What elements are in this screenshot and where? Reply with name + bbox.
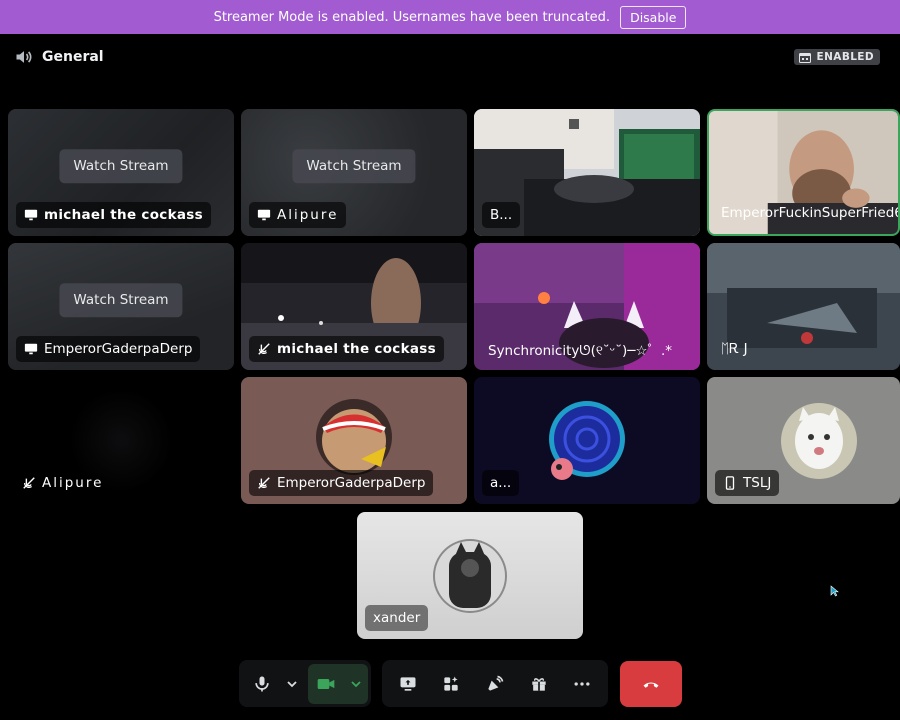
participant-name: EmperorGaderpaDerp xyxy=(277,475,426,491)
speaker-icon xyxy=(16,51,32,63)
audio-video-controls xyxy=(239,660,371,707)
participant-tile[interactable]: Watch Stream michael the cockass xyxy=(8,109,234,236)
mobile-icon xyxy=(725,476,735,490)
participant-label: a... xyxy=(482,470,520,496)
microphone-button[interactable] xyxy=(242,664,282,704)
participant-name: B... xyxy=(490,207,513,223)
activities-button[interactable] xyxy=(431,664,471,704)
participant-name: Synchronicityᘎ(୧˘ᵕ˘)─☆゜.* xyxy=(488,343,672,359)
more-icon xyxy=(574,681,590,686)
status-badge: ENABLED xyxy=(793,49,880,65)
status-badge-label: ENABLED xyxy=(816,51,874,63)
participant-name: Alipure xyxy=(42,475,104,491)
camera-options-button[interactable] xyxy=(344,664,368,704)
activities-icon xyxy=(444,676,459,691)
participant-label: EmperorGaderpaDerp xyxy=(16,336,201,362)
soundboard-button[interactable] xyxy=(475,664,515,704)
participant-tile[interactable]: Watch Stream EmperorGaderpaDerp xyxy=(8,243,234,370)
muted-icon xyxy=(258,477,270,489)
participant-label: TSLJ xyxy=(715,470,780,496)
screen-share-icon xyxy=(400,676,416,691)
participant-name: TSLJ xyxy=(743,475,772,491)
participant-label: xander xyxy=(365,605,429,631)
participant-label: ᛖᎡ J xyxy=(715,336,756,362)
mouse-cursor-icon xyxy=(830,585,839,597)
participant-name: xander xyxy=(373,610,421,626)
microphone-icon xyxy=(255,676,269,691)
participant-label: Synchronicityᘎ(୧˘ᵕ˘)─☆゜.* xyxy=(482,336,680,362)
gift-icon xyxy=(531,677,546,691)
streamer-mode-banner: Streamer Mode is enabled. Usernames have… xyxy=(0,0,900,34)
share-screen-button[interactable] xyxy=(388,664,428,704)
participant-tile[interactable]: Synchronicityᘎ(୧˘ᵕ˘)─☆゜.* xyxy=(474,243,700,370)
channel-name: General xyxy=(42,49,104,65)
participant-label: EmperorGaderpaDerp xyxy=(249,470,434,496)
participant-tile[interactable]: B... xyxy=(474,109,700,236)
participant-label: Alipure xyxy=(16,470,111,496)
soundboard-icon xyxy=(488,675,504,691)
participant-label: EmperorFuckinSuperFried6 xyxy=(715,200,900,226)
channel-header: General xyxy=(14,46,104,68)
participant-tile[interactable]: EmperorFuckinSuperFried6 xyxy=(707,109,900,236)
participant-tile[interactable]: Watch Stream Alipure xyxy=(241,109,467,236)
participant-name: michael the cockass xyxy=(44,207,203,223)
phone-hangup-icon xyxy=(643,682,659,688)
participant-tile[interactable]: ᛖᎡ J xyxy=(707,243,900,370)
disconnect-button[interactable] xyxy=(620,661,682,707)
participant-tile[interactable]: Alipure xyxy=(8,377,234,504)
participant-label: michael the cockass xyxy=(249,336,444,362)
participant-tile[interactable]: xander xyxy=(357,512,583,639)
participant-label: B... xyxy=(482,202,521,228)
participant-tile[interactable]: a... xyxy=(474,377,700,504)
participant-tile[interactable]: EmperorGaderpaDerp xyxy=(241,377,467,504)
disable-streamer-mode-button[interactable]: Disable xyxy=(620,5,687,29)
participant-tile[interactable]: TSLJ xyxy=(707,377,900,504)
screen-share-icon xyxy=(24,209,38,221)
streamer-mode-message: Streamer Mode is enabled. Usernames have… xyxy=(213,9,611,25)
more-options-button[interactable] xyxy=(562,664,602,704)
chevron-down-icon xyxy=(287,680,297,687)
activity-controls xyxy=(382,660,608,707)
gift-button[interactable] xyxy=(519,664,559,704)
camera-icon xyxy=(317,678,335,689)
screen-share-icon xyxy=(257,209,271,221)
chevron-down-icon xyxy=(351,680,361,687)
participant-name: Alipure xyxy=(277,207,339,223)
muted-icon xyxy=(23,477,35,489)
watch-stream-button[interactable]: Watch Stream xyxy=(59,148,183,183)
participant-label: Alipure xyxy=(249,202,347,228)
calendar-icon xyxy=(798,52,811,63)
participant-tile[interactable]: michael the cockass xyxy=(241,243,467,370)
watch-stream-button[interactable]: Watch Stream xyxy=(59,282,183,317)
participant-name: ᛖᎡ J xyxy=(721,341,748,357)
microphone-options-button[interactable] xyxy=(282,664,302,704)
camera-button[interactable] xyxy=(308,664,344,704)
participant-name: michael the cockass xyxy=(277,341,436,357)
participant-label: michael the cockass xyxy=(16,202,211,228)
watch-stream-button[interactable]: Watch Stream xyxy=(292,148,416,183)
participant-name: a... xyxy=(490,475,512,491)
participant-name: EmperorFuckinSuperFried6 xyxy=(721,205,900,221)
muted-icon xyxy=(258,343,270,355)
screen-share-icon xyxy=(24,343,38,355)
participant-name: EmperorGaderpaDerp xyxy=(44,341,193,357)
